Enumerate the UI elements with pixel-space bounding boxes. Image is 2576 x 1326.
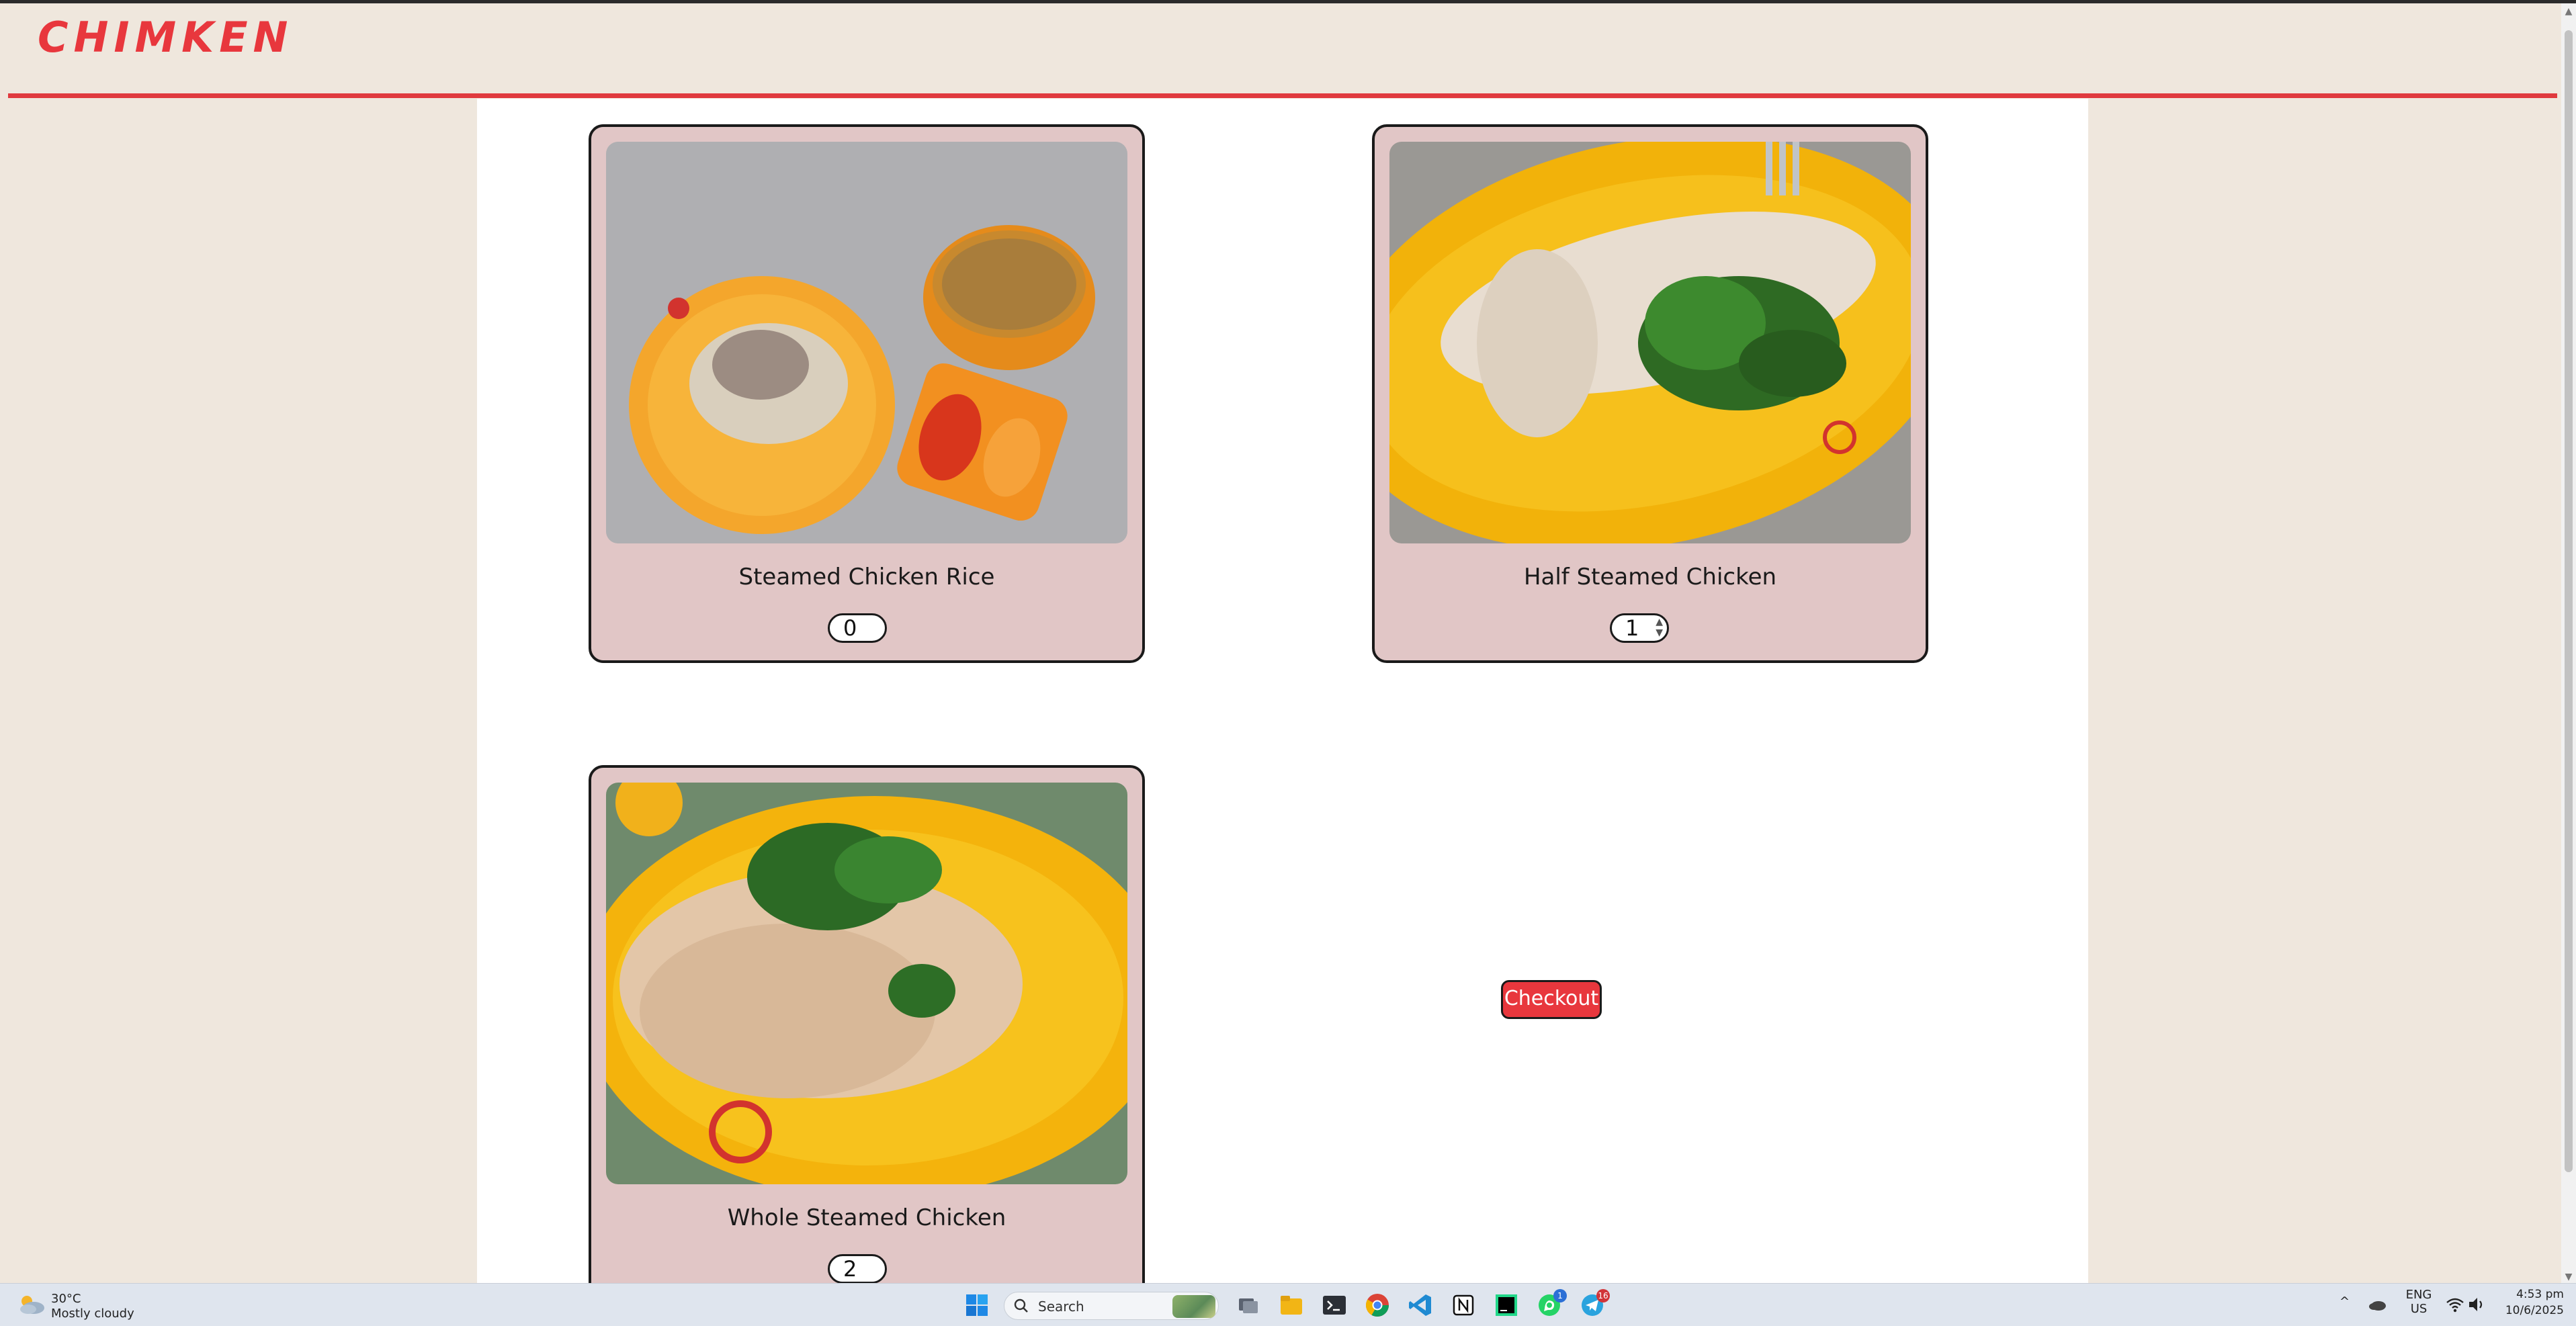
terminal-icon[interactable] xyxy=(1321,1292,1348,1319)
clock[interactable]: 4:53 pm 10/6/2025 xyxy=(2503,1286,2564,1319)
scroll-down-icon[interactable]: ▼ xyxy=(2565,1272,2573,1282)
product-name: Whole Steamed Chicken xyxy=(727,1204,1006,1231)
quantity-input[interactable]: 2 xyxy=(828,1254,887,1283)
weather-condition: Mostly cloudy xyxy=(51,1307,134,1321)
weather-cloud-icon xyxy=(20,1296,44,1314)
product-name: Steamed Chicken Rice xyxy=(738,564,995,590)
windows-taskbar: 30°C Mostly cloudy Search 1 16 ^ ENG US … xyxy=(0,1283,2576,1326)
site-header: CHIMKEN xyxy=(0,3,2561,99)
pycharm-icon[interactable] xyxy=(1493,1292,1520,1319)
site-logo[interactable]: CHIMKEN xyxy=(38,13,293,62)
show-hidden-icons[interactable]: ^ xyxy=(2339,1294,2350,1309)
task-view-icon[interactable] xyxy=(1235,1292,1262,1319)
windows-start-icon[interactable] xyxy=(963,1292,990,1319)
menu-content: Steamed Chicken Rice 0 Half Steamed Chic… xyxy=(477,99,2088,1283)
quantity-input[interactable]: 1 ▲ ▼ xyxy=(1610,613,1669,643)
quantity-value: 1 xyxy=(1625,615,1639,641)
clock-time: 4:53 pm xyxy=(2516,1288,2564,1301)
scroll-up-icon[interactable]: ▲ xyxy=(2565,6,2573,17)
telegram-icon[interactable]: 16 xyxy=(1579,1289,1610,1319)
language-indicator[interactable]: ENG US xyxy=(2405,1288,2432,1316)
product-photo-half-chicken xyxy=(1389,142,1911,543)
volume-icon[interactable] xyxy=(2467,1296,2486,1313)
product-name: Half Steamed Chicken xyxy=(1523,564,1777,590)
product-photo-whole-chicken xyxy=(606,783,1127,1184)
vscode-icon[interactable] xyxy=(1407,1292,1434,1319)
stepper-arrows-icon[interactable]: ▲ ▼ xyxy=(1656,617,1663,638)
wifi-icon[interactable] xyxy=(2446,1296,2464,1313)
taskbar-search[interactable]: Search xyxy=(1004,1292,1219,1320)
onedrive-icon[interactable] xyxy=(2368,1297,2387,1312)
scrollbar[interactable]: ▲ ▼ xyxy=(2561,3,2576,1283)
product-card: Whole Steamed Chicken 2 xyxy=(589,765,1145,1283)
clock-date: 10/6/2025 xyxy=(2505,1304,2564,1317)
product-card: Half Steamed Chicken 1 ▲ ▼ xyxy=(1372,124,1928,663)
search-label: Search xyxy=(1038,1298,1084,1315)
weather-temp: 30°C xyxy=(51,1292,81,1306)
product-card: Steamed Chicken Rice 0 xyxy=(589,124,1145,663)
whatsapp-icon[interactable]: 1 xyxy=(1536,1289,1567,1319)
file-explorer-icon[interactable] xyxy=(1278,1292,1305,1319)
search-highlight-image xyxy=(1172,1295,1215,1318)
chrome-icon[interactable] xyxy=(1364,1292,1391,1319)
checkout-button[interactable]: Checkout xyxy=(1501,980,1602,1019)
whatsapp-badge: 1 xyxy=(1553,1289,1567,1302)
browser-viewport: CHIMKEN Steamed Chicken Rice 0 Half Stea… xyxy=(0,0,2576,1283)
header-divider xyxy=(8,93,2557,98)
notion-icon[interactable] xyxy=(1450,1292,1477,1319)
telegram-badge: 16 xyxy=(1596,1289,1610,1302)
product-photo-chicken-rice xyxy=(606,142,1127,543)
scrollbar-thumb[interactable] xyxy=(2565,30,2573,1172)
search-icon xyxy=(1014,1298,1028,1313)
quantity-input[interactable]: 0 xyxy=(828,613,887,643)
